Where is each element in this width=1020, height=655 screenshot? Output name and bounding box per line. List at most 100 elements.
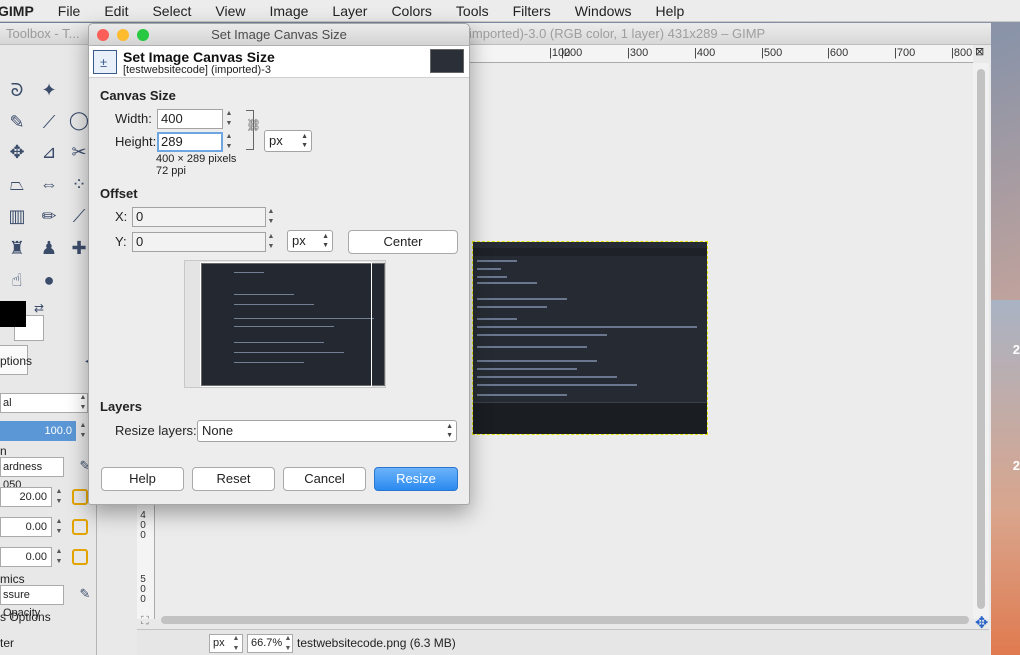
ruler-tick-label: 0 bbox=[140, 594, 146, 605]
toolbox-window: Toolbox - T... ᘐ ✦ ◯ ✎ ⟋ ✥ ⊿ ✂ ⏢ ⇔ ⁘ ▥ ✏… bbox=[0, 23, 97, 655]
tool-options-tab[interactable]: ptions bbox=[0, 345, 32, 375]
align-tool-icon[interactable]: ⊿ bbox=[36, 139, 62, 165]
opacity-slider[interactable]: 100.0 bbox=[0, 421, 76, 441]
ruler-tick-label: 4 bbox=[140, 510, 146, 521]
vertical-scroll-thumb[interactable] bbox=[977, 69, 985, 609]
width-field[interactable]: 400 bbox=[157, 109, 223, 129]
smudge-tool-icon[interactable]: ☝ bbox=[4, 267, 30, 293]
resize-button[interactable]: Resize bbox=[374, 467, 458, 491]
dodge-tool-icon[interactable]: ● bbox=[36, 267, 62, 293]
chain-link-icon[interactable]: ⛓ bbox=[246, 118, 261, 132]
cancel-button[interactable]: Cancel bbox=[283, 467, 366, 491]
offset-unit-select[interactable]: px ▲ ▼ bbox=[287, 230, 333, 252]
layers-heading: Layers bbox=[100, 399, 142, 414]
height-field[interactable]: 289 bbox=[157, 132, 223, 152]
move-tool-icon[interactable]: ✥ bbox=[4, 139, 30, 165]
clone-tool-icon[interactable]: ♟ bbox=[36, 235, 62, 261]
close-icon[interactable] bbox=[97, 29, 109, 41]
menu-image[interactable]: Image bbox=[257, 3, 320, 19]
dynamics-select[interactable]: ssure Opacity bbox=[0, 585, 64, 619]
paths-tool-icon[interactable]: ✎ bbox=[4, 109, 30, 135]
aspect-spin-icon[interactable]: ▲ ▼ bbox=[54, 517, 64, 537]
minimize-icon[interactable] bbox=[117, 29, 129, 41]
menu-select[interactable]: Select bbox=[140, 3, 203, 19]
reset-size-icon[interactable] bbox=[72, 489, 88, 505]
app-menu[interactable]: GIMP bbox=[0, 3, 46, 19]
image-bottom-panel bbox=[473, 402, 707, 434]
menu-colors[interactable]: Colors bbox=[379, 3, 443, 19]
canvas-boundary-frame[interactable] bbox=[200, 262, 372, 387]
dialog-subheading: [testwebsitecode] (imported)-3 bbox=[123, 64, 271, 76]
brush-select[interactable]: ardness 050 bbox=[0, 457, 64, 491]
quick-mask-icon[interactable]: ⛶ bbox=[141, 615, 149, 628]
offset-preview[interactable] bbox=[184, 260, 386, 388]
angle-spin-icon[interactable]: ▲ ▼ bbox=[54, 547, 64, 567]
reset-angle-icon[interactable] bbox=[72, 549, 88, 565]
menu-file[interactable]: File bbox=[46, 3, 93, 19]
resize-layers-select[interactable]: None ▲ ▼ bbox=[197, 420, 457, 442]
dynamics-options-label[interactable]: s Options bbox=[0, 607, 51, 627]
menu-view[interactable]: View bbox=[203, 3, 257, 19]
ruler-tick-label: |500 bbox=[761, 47, 783, 59]
menu-edit[interactable]: Edit bbox=[92, 3, 140, 19]
image-code-line bbox=[477, 268, 501, 270]
ink-tool-icon[interactable]: ♜ bbox=[4, 235, 30, 261]
swap-colors-icon[interactable]: ⇄ bbox=[26, 295, 52, 321]
pencil-tool-icon[interactable]: ✏ bbox=[36, 203, 62, 229]
menu-help[interactable]: Help bbox=[644, 3, 697, 19]
opacity-spin-icon[interactable]: ▲ ▼ bbox=[78, 421, 88, 441]
width-spin-icon[interactable]: ▲ ▼ bbox=[223, 109, 235, 129]
y-spin-icon[interactable]: ▲ ▼ bbox=[265, 232, 277, 252]
canvas-size-heading: Canvas Size bbox=[100, 88, 176, 103]
toolbox-title: Toolbox - T... bbox=[0, 23, 96, 45]
fuzzy-select-icon[interactable]: ✦ bbox=[36, 77, 62, 103]
ruler-tick-label: 5 bbox=[140, 574, 146, 585]
size-spin-icon[interactable]: ▲ ▼ bbox=[54, 487, 64, 507]
offset-heading: Offset bbox=[100, 186, 138, 201]
edit-dynamics-icon[interactable]: ✎ bbox=[72, 581, 98, 607]
height-label: Height: bbox=[115, 134, 157, 149]
angle-field[interactable]: 0.00 bbox=[0, 547, 52, 567]
flip-tool-icon[interactable]: ⇔ bbox=[36, 171, 62, 197]
apply-jitter-label[interactable]: ter bbox=[0, 633, 14, 653]
image-code-line bbox=[477, 368, 577, 370]
center-button[interactable]: Center bbox=[348, 230, 458, 254]
image-code-line bbox=[477, 282, 537, 284]
menu-tools[interactable]: Tools bbox=[444, 3, 501, 19]
reset-button[interactable]: Reset bbox=[192, 467, 275, 491]
vertical-scrollbar[interactable] bbox=[973, 63, 989, 619]
y-offset-field[interactable]: 0 bbox=[132, 232, 266, 252]
canvas-size-dialog: Set Image Canvas Size Set Image Canvas S… bbox=[88, 23, 470, 505]
width-label: Width: bbox=[115, 111, 152, 126]
canvas-image[interactable] bbox=[472, 241, 708, 435]
blend-tool-icon[interactable]: ▥ bbox=[4, 203, 30, 229]
aspect-field[interactable]: 0.00 bbox=[0, 517, 52, 537]
size-unit-select[interactable]: px ▲ ▼ bbox=[264, 130, 312, 152]
size-info: 400 × 289 pixels bbox=[156, 153, 237, 165]
chevron-updown-icon: ▲ ▼ bbox=[301, 133, 308, 149]
menu-windows[interactable]: Windows bbox=[563, 3, 644, 19]
chevron-updown-icon: ▲ ▼ bbox=[446, 423, 453, 439]
mode-select[interactable]: al bbox=[0, 393, 88, 413]
horizontal-scrollbar[interactable] bbox=[155, 613, 973, 627]
x-label: X: bbox=[115, 209, 128, 224]
x-offset-field[interactable]: 0 bbox=[132, 207, 266, 227]
zoom-toggle-icon[interactable]: ⊠ bbox=[975, 45, 984, 58]
horizontal-scroll-thumb[interactable] bbox=[161, 616, 969, 624]
height-spin-icon[interactable]: ▲ ▼ bbox=[223, 132, 235, 152]
status-text: testwebsitecode.png (6.3 MB) bbox=[297, 636, 456, 650]
mode-arrows-icon: ▲ ▼ bbox=[79, 394, 87, 411]
help-button[interactable]: Help bbox=[101, 467, 184, 491]
menu-layer[interactable]: Layer bbox=[320, 3, 379, 19]
size-unit-value: px bbox=[269, 133, 283, 148]
x-spin-icon[interactable]: ▲ ▼ bbox=[265, 207, 277, 227]
perspective-tool-icon[interactable]: ⏢ bbox=[4, 171, 30, 197]
foreground-color-swatch[interactable] bbox=[0, 301, 26, 327]
color-picker-icon[interactable]: ⟋ bbox=[36, 109, 62, 135]
reset-aspect-icon[interactable] bbox=[72, 519, 88, 535]
size-field[interactable]: 20.00 bbox=[0, 487, 52, 507]
maximize-icon[interactable] bbox=[137, 29, 149, 41]
ruler-tick-label: |700 bbox=[894, 47, 916, 59]
menu-filters[interactable]: Filters bbox=[501, 3, 563, 19]
lasso-tool-icon[interactable]: ᘐ bbox=[4, 77, 30, 103]
